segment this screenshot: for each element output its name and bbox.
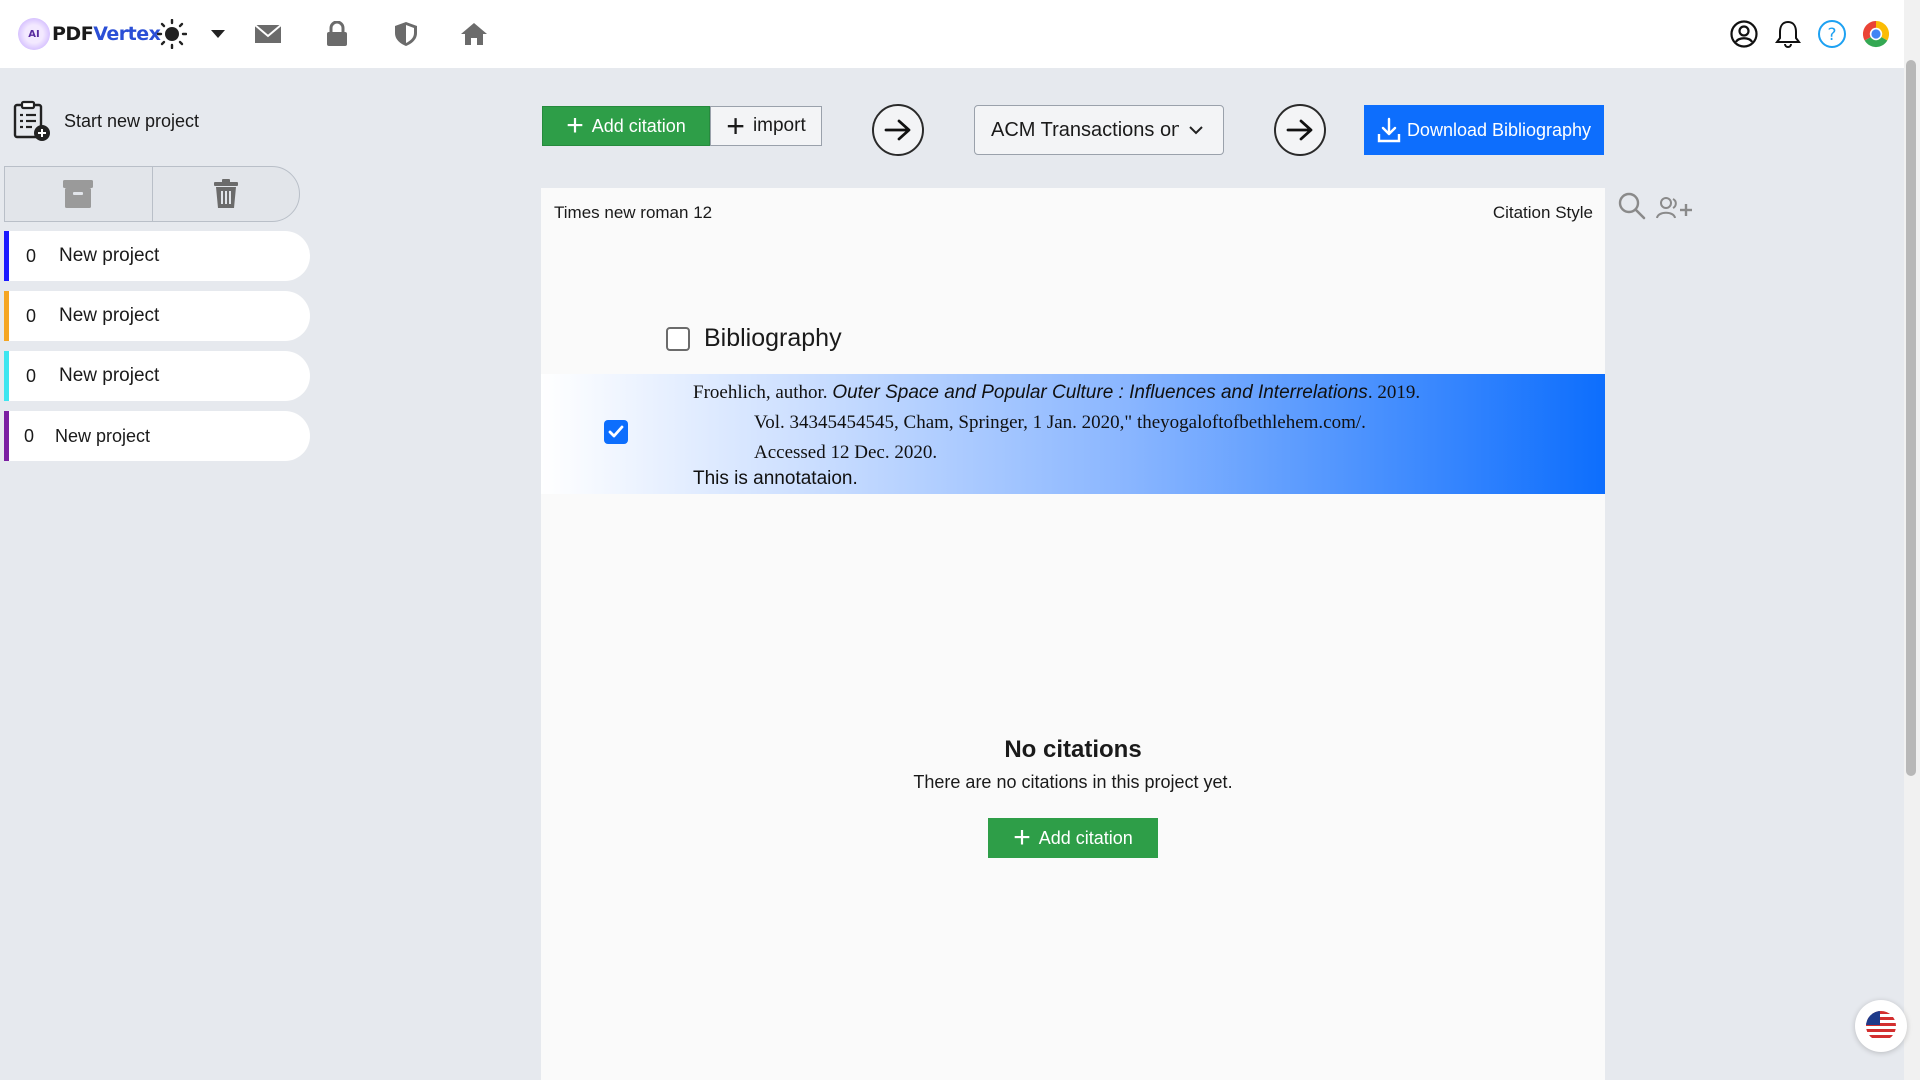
- import-label: import: [752, 115, 806, 136]
- arrow-right-icon: [884, 119, 911, 141]
- svg-text:?: ?: [1827, 25, 1836, 45]
- user-add-icon: [1656, 197, 1692, 219]
- us-flag-icon: [1866, 1011, 1896, 1041]
- empty-state-title: No citations: [1004, 736, 1142, 763]
- check-icon: [608, 425, 624, 438]
- chrome-icon[interactable]: [1860, 18, 1892, 50]
- home-icon[interactable]: [458, 18, 490, 50]
- logo-mark-icon: AI: [18, 18, 50, 50]
- plus-icon: +: [1013, 821, 1031, 854]
- citation-style-value: ACM Transactions on: [991, 118, 1179, 141]
- citation-line-1: Froehlich, author. Outer Space and Popul…: [693, 382, 1421, 403]
- sun-icon[interactable]: [156, 18, 188, 50]
- project-item[interactable]: 0 New project: [4, 291, 310, 341]
- project-item[interactable]: 0 New project: [4, 231, 310, 281]
- font-label[interactable]: Times new roman 12: [554, 203, 712, 223]
- citation-checkbox[interactable]: [604, 420, 628, 444]
- citation-text: Froehlich, author. Outer Space and Popul…: [693, 378, 1420, 468]
- project-count: 0: [25, 365, 36, 386]
- citation-line-3: Accessed 12 Dec. 2020.: [754, 442, 938, 463]
- language-button[interactable]: [1855, 1000, 1907, 1052]
- archive-trash-bar: [4, 166, 300, 222]
- project-name: New project: [59, 365, 160, 386]
- project-count: 0: [25, 305, 36, 326]
- mail-icon[interactable]: [252, 18, 284, 50]
- bibliography-panel: Times new roman 12 Citation Style Biblio…: [541, 188, 1605, 1080]
- bibliography-header: Bibliography: [666, 324, 842, 353]
- empty-add-citation-label: Add citation: [1038, 827, 1133, 848]
- start-new-project-label: Start new project: [64, 110, 200, 131]
- search-button[interactable]: [1618, 192, 1646, 225]
- plus-icon: +: [726, 108, 745, 144]
- arrow-right-icon: [1286, 119, 1313, 141]
- project-name: New project: [55, 425, 151, 446]
- citation-style-label[interactable]: Citation Style: [1493, 203, 1593, 223]
- download-bibliography-button[interactable]: Download Bibliography: [1364, 105, 1604, 155]
- top-bar: AI PDFVertex ?: [0, 0, 1920, 68]
- download-icon: [1377, 117, 1401, 143]
- empty-state-text: There are no citations in this project y…: [913, 772, 1233, 792]
- user-circle-icon[interactable]: [1728, 18, 1760, 50]
- start-new-project[interactable]: Start new project: [12, 100, 199, 142]
- scrollbar-thumb[interactable]: [1906, 60, 1916, 776]
- citation-annotation: This is annotataion.: [693, 468, 858, 489]
- project-name: New project: [59, 245, 160, 266]
- shield-icon[interactable]: [390, 18, 422, 50]
- arrow-right-button[interactable]: [872, 104, 924, 156]
- app-logo[interactable]: AI PDFVertex: [18, 16, 161, 52]
- clipboard-add-icon: [13, 100, 50, 141]
- import-button[interactable]: + import: [710, 106, 822, 146]
- project-count: 0: [25, 245, 36, 266]
- project-name: New project: [59, 305, 160, 326]
- lock-icon[interactable]: [321, 18, 353, 50]
- project-item[interactable]: 0 New project: [4, 411, 310, 461]
- plus-icon: +: [566, 109, 584, 142]
- search-icon: [1618, 192, 1646, 220]
- add-citation-button[interactable]: + Add citation: [542, 106, 710, 146]
- apply-style-button[interactable]: [1274, 104, 1326, 156]
- add-collaborator-button[interactable]: [1656, 196, 1694, 225]
- empty-add-citation-button[interactable]: + Add citation: [988, 818, 1158, 858]
- logo-text: PDFVertex: [52, 23, 161, 45]
- bell-icon[interactable]: [1772, 18, 1804, 50]
- archive-button[interactable]: [5, 167, 153, 221]
- download-label: Download Bibliography: [1406, 119, 1592, 140]
- citation-style-select[interactable]: ACM Transactions on: [974, 105, 1224, 155]
- help-icon[interactable]: ?: [1816, 18, 1848, 50]
- citation-entry[interactable]: Froehlich, author. Outer Space and Popul…: [541, 374, 1605, 494]
- select-all-checkbox[interactable]: [666, 326, 690, 351]
- project-item[interactable]: 0 New project: [4, 351, 310, 401]
- add-citation-label: Add citation: [591, 115, 686, 136]
- archive-icon: [63, 180, 94, 208]
- project-count: 0: [23, 425, 34, 446]
- trash-button[interactable]: [153, 167, 300, 221]
- caret-down-icon[interactable]: [202, 18, 234, 50]
- trash-icon: [213, 179, 238, 208]
- citation-line-2: Vol. 34345454545, Cham, Springer, 1 Jan.…: [754, 412, 1366, 433]
- bibliography-title: Bibliography: [704, 324, 842, 352]
- chevron-down-icon: [1189, 125, 1203, 134]
